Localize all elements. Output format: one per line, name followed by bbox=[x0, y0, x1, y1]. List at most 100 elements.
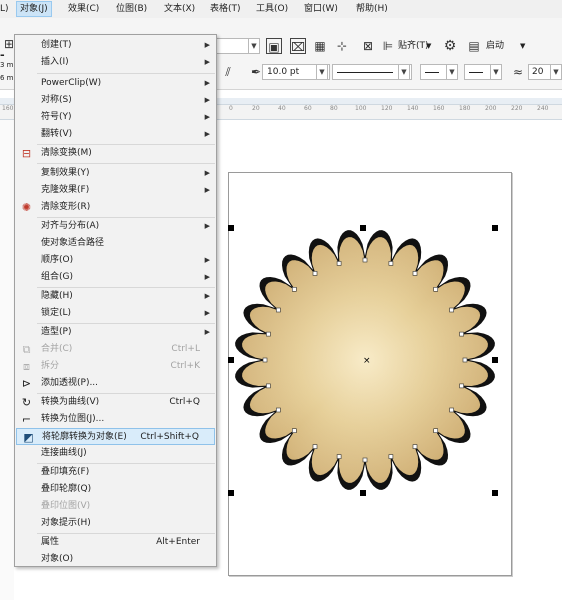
menu-tools[interactable]: 工具(O) bbox=[256, 2, 288, 16]
path-node bbox=[362, 257, 368, 263]
menu-item-create[interactable]: 创建(T) ▶ bbox=[15, 37, 216, 54]
path-node bbox=[266, 383, 271, 389]
menu-item-powerclip[interactable]: PowerClip(W) ▶ bbox=[15, 75, 216, 92]
path-node bbox=[449, 407, 454, 413]
launch-label[interactable]: 启动 bbox=[486, 38, 504, 54]
ruler-tick: 140 bbox=[407, 105, 419, 112]
ruler-tick: 120 bbox=[381, 105, 393, 112]
full-screen-icon[interactable]: ▣ bbox=[266, 38, 282, 54]
curve-icon[interactable]: ≈ bbox=[510, 64, 526, 80]
menu-item-lock[interactable]: 锁定(L) ▶ bbox=[15, 305, 216, 322]
menu-item-overprint-outline[interactable]: 叠印轮廓(Q) bbox=[15, 481, 216, 498]
menu-item-convert-to-bitmap[interactable]: ⌐ 转换为位图(J)... bbox=[15, 411, 216, 428]
menu-effects[interactable]: 效果(C) bbox=[68, 2, 99, 16]
ruler-tick: 80 bbox=[330, 105, 338, 112]
path-node bbox=[336, 261, 342, 266]
path-node bbox=[292, 286, 297, 292]
path-node bbox=[388, 261, 394, 266]
menu-item-fit-to-path[interactable]: 使对象适合路径 bbox=[15, 235, 216, 252]
menu-item-copy-effect[interactable]: 复制效果(Y) ▶ bbox=[15, 165, 216, 182]
launch-icon[interactable]: ▤ bbox=[466, 38, 482, 54]
convert-to-bitmap-icon: ⌐ bbox=[21, 413, 32, 426]
ruler-tick: 60 bbox=[304, 105, 312, 112]
menu-item-flip[interactable]: 翻转(V) ▶ bbox=[15, 126, 216, 143]
path-node bbox=[292, 428, 297, 433]
start-arrow-preview bbox=[425, 72, 439, 73]
line-style-dropdown[interactable]: ▼ bbox=[398, 64, 410, 80]
menu-item-convert-to-curves[interactable]: ↻ 转换为曲线(V) Ctrl+Q bbox=[15, 394, 216, 411]
snap-off-icon[interactable]: ⊠ bbox=[360, 38, 376, 54]
path-node bbox=[462, 357, 468, 363]
menu-item-insert[interactable]: 插入(I) ▶ bbox=[15, 54, 216, 71]
selection-handle-middle-right[interactable] bbox=[492, 357, 498, 363]
selection-handle-top-right[interactable] bbox=[492, 225, 498, 231]
menu-table[interactable]: 表格(T) bbox=[210, 2, 241, 16]
start-arrow-dropdown[interactable]: ▼ bbox=[446, 64, 458, 80]
menu-item-symmetry[interactable]: 对称(S) ▶ bbox=[15, 92, 216, 109]
grid-icon[interactable]: ▦ bbox=[312, 38, 328, 54]
path-node bbox=[312, 444, 318, 449]
menu-item-add-perspective[interactable]: ⊳ 添加透视(P)... bbox=[15, 375, 216, 392]
menu-item-order[interactable]: 顺序(O) ▶ bbox=[15, 252, 216, 269]
menu-item-shaping[interactable]: 造型(P) ▶ bbox=[15, 324, 216, 341]
ruler-tick: 240 bbox=[537, 105, 549, 112]
menu-bitmaps[interactable]: 位图(B) bbox=[116, 2, 147, 16]
line-style-preview bbox=[337, 72, 393, 73]
menu-item-overprint-fill[interactable]: 叠印填充(F) bbox=[15, 464, 216, 481]
menu-separator bbox=[37, 163, 215, 164]
menu-item-object-hints[interactable]: 对象提示(H) bbox=[15, 515, 216, 532]
vertical-ruler[interactable] bbox=[0, 120, 14, 600]
angle-value: 20 bbox=[532, 67, 544, 77]
menu-item-clone-effect[interactable]: 克隆效果(F) ▶ bbox=[15, 182, 216, 199]
angle-field[interactable]: 20 bbox=[528, 64, 552, 80]
menu-item-clear-transformations[interactable]: ⊟ 清除变换(M) bbox=[15, 145, 216, 162]
path-node bbox=[336, 454, 342, 459]
selection-handle-top-center[interactable] bbox=[360, 225, 366, 231]
angle-dropdown[interactable]: ▼ bbox=[550, 64, 562, 80]
selection-handle-bottom-right[interactable] bbox=[492, 490, 498, 496]
zoom-dropdown-arrow[interactable]: ▼ bbox=[248, 38, 260, 54]
selection-handle-top-left[interactable] bbox=[228, 225, 234, 231]
selection-handle-bottom-center[interactable] bbox=[360, 490, 366, 496]
snap-dropdown-arrow[interactable]: ▼ bbox=[426, 38, 431, 54]
menu-help[interactable]: 帮助(H) bbox=[356, 2, 388, 16]
ruler-tick: 180 bbox=[459, 105, 471, 112]
menu-item-hide[interactable]: 隐藏(H) ▶ bbox=[15, 288, 216, 305]
path-node bbox=[276, 407, 281, 413]
menu-item-clear-distortion[interactable]: ✺ 清除变形(R) bbox=[15, 199, 216, 216]
menu-item-join-curves[interactable]: 连接曲线(J) bbox=[15, 445, 216, 462]
path-node bbox=[449, 307, 454, 313]
outline-icon[interactable]: ⫽ bbox=[220, 64, 236, 80]
menu-window[interactable]: 窗口(W) bbox=[304, 2, 338, 16]
selection-handle-middle-left[interactable] bbox=[228, 357, 234, 363]
path-node bbox=[262, 357, 268, 363]
menu-item-overprint-bitmap: 叠印位图(V) bbox=[41, 501, 91, 511]
menu-layout-fragment[interactable]: L) bbox=[0, 2, 9, 16]
menu-item-align-distribute[interactable]: 对齐与分布(A) ▶ bbox=[15, 218, 216, 235]
ruler-tick: 220 bbox=[511, 105, 523, 112]
path-node bbox=[362, 457, 368, 463]
selection-handle-bottom-left[interactable] bbox=[228, 490, 234, 496]
ruler-tick: 200 bbox=[485, 105, 497, 112]
options-gear-icon[interactable]: ⚙ bbox=[442, 38, 458, 54]
selected-flower-badge[interactable]: × bbox=[226, 224, 506, 500]
outline-width-value: 10.0 pt bbox=[267, 67, 300, 77]
menu-item-group[interactable]: 组合(G) ▶ bbox=[15, 269, 216, 286]
clear-distortion-icon: ✺ bbox=[21, 201, 32, 214]
menu-object[interactable]: 对象(J) bbox=[16, 1, 52, 17]
menu-item-properties[interactable]: 属性 Alt+Enter bbox=[15, 534, 216, 551]
menu-item-outline-to-object[interactable]: ◩ 将轮廓转换为对象(E) Ctrl+Shift+Q bbox=[16, 428, 215, 445]
menu-item-objects[interactable]: 对象(O) bbox=[15, 551, 216, 568]
menu-item-combine: ⧉ 合并(C) Ctrl+L bbox=[15, 341, 216, 358]
snap-icon[interactable]: ⊫ bbox=[380, 38, 396, 54]
guidelines-icon[interactable]: ⊹ bbox=[334, 38, 350, 54]
menu-item-symbol[interactable]: 符号(Y) ▶ bbox=[15, 109, 216, 126]
launch-dropdown-arrow[interactable]: ▼ bbox=[520, 38, 525, 54]
snap-to-label[interactable]: 贴齐(T) bbox=[398, 38, 429, 54]
menu-text[interactable]: 文本(X) bbox=[164, 2, 195, 16]
rulers-icon[interactable]: ⌧ bbox=[290, 38, 306, 54]
outline-width-dropdown[interactable]: ▼ bbox=[316, 64, 328, 80]
add-perspective-icon: ⊳ bbox=[21, 377, 32, 390]
end-arrow-dropdown[interactable]: ▼ bbox=[490, 64, 502, 80]
path-node bbox=[276, 307, 281, 313]
